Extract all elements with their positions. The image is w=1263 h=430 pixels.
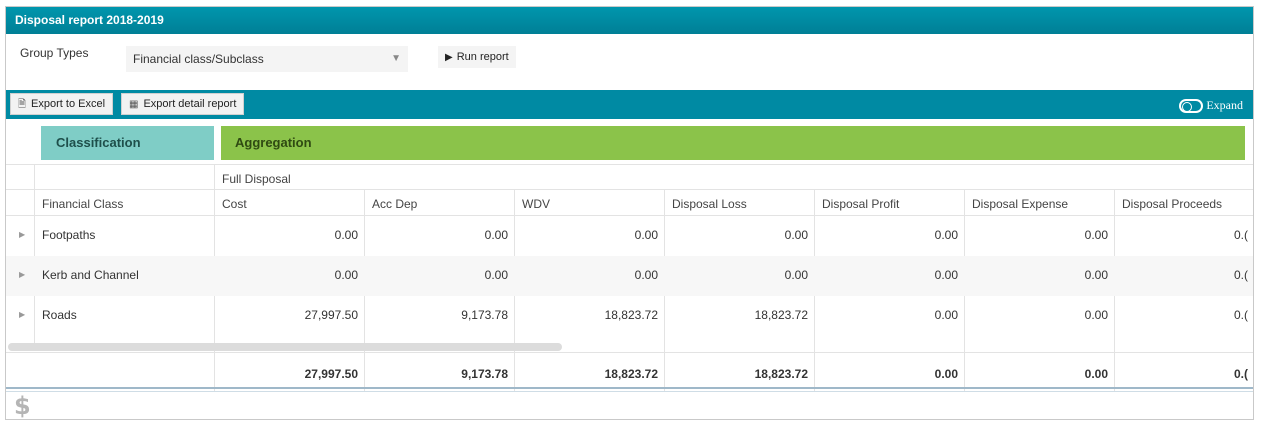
disposal-expense-cell: 0.00: [1084, 228, 1108, 242]
disposal-proceeds-cell: 0.(: [1234, 228, 1249, 242]
disposal-expense-cell: 0.00: [1084, 308, 1108, 322]
report-window: Disposal report 2018-2019 Group Types Fi…: [5, 6, 1254, 420]
report-parameters: Group Types Financial class/Subclass ▼ ▶…: [6, 34, 1253, 90]
column-header-acc-dep[interactable]: Acc Dep: [372, 197, 417, 211]
acc-dep-cell: 0.00: [484, 228, 508, 242]
excel-file-icon: 🗎: [18, 99, 27, 110]
table-row[interactable]: ▶ Footpaths 0.00 0.00 0.00 0.00 0.00 0.0…: [6, 216, 1253, 256]
wdv-cell: 0.00: [634, 228, 658, 242]
total-disposal-loss: 18,823.72: [754, 367, 808, 381]
cost-cell: 0.00: [334, 228, 358, 242]
grid-line: [364, 353, 365, 391]
column-header-disposal-loss[interactable]: Disposal Loss: [672, 197, 747, 211]
grid-toolbar: 🗎 Export to Excel ▦ Export detail report E…: [6, 90, 1253, 119]
run-report-label: Run report: [456, 51, 509, 63]
column-header-disposal-expense[interactable]: Disposal Expense: [972, 197, 1068, 211]
wdv-cell: 0.00: [634, 268, 658, 282]
footer-divider: [6, 387, 1253, 389]
classification-header: Classification: [41, 126, 214, 160]
column-header-disposal-profit[interactable]: Disposal Profit: [822, 197, 899, 211]
export-detail-label: Export detail report: [143, 98, 237, 110]
disposal-profit-cell: 0.00: [934, 228, 958, 242]
cost-cell: 27,997.50: [304, 308, 358, 322]
export-detail-button[interactable]: ▦ Export detail report: [121, 93, 245, 115]
export-excel-button[interactable]: 🗎 Export to Excel: [10, 93, 114, 115]
play-icon: ▶: [445, 52, 453, 63]
total-disposal-profit: 0.00: [934, 367, 958, 381]
disposal-profit-cell: 0.00: [934, 308, 958, 322]
row-label: Roads: [42, 308, 77, 322]
cost-cell: 0.00: [334, 268, 358, 282]
group-types-label: Group Types: [20, 46, 89, 60]
grid-line: [6, 164, 1253, 165]
grid-line: [964, 353, 965, 391]
disposal-loss-cell: 18,823.72: [754, 308, 808, 322]
expand-label: Expand: [1206, 98, 1243, 112]
chevron-down-icon: ▼: [391, 53, 401, 64]
column-header-wdv[interactable]: WDV: [522, 197, 550, 211]
disposal-expense-cell: 0.00: [1084, 268, 1108, 282]
dollar-icon: $: [14, 392, 31, 420]
caret-right-icon[interactable]: ▶: [19, 310, 25, 319]
grid-line: [1114, 353, 1115, 391]
full-disposal-subheader: Full Disposal: [222, 172, 291, 186]
total-wdv: 18,823.72: [604, 367, 658, 381]
grid-line: [6, 189, 1253, 190]
acc-dep-cell: 9,173.78: [461, 308, 508, 322]
row-label: Footpaths: [42, 228, 96, 242]
disposal-loss-cell: 0.00: [784, 268, 808, 282]
column-header-cost[interactable]: Cost: [222, 197, 247, 211]
total-acc-dep: 9,173.78: [461, 367, 508, 381]
row-label: Kerb and Channel: [42, 268, 139, 282]
group-types-value: Financial class/Subclass: [133, 52, 264, 66]
caret-right-icon[interactable]: ▶: [19, 270, 25, 279]
expand-toggle[interactable]: Expand: [1179, 95, 1243, 115]
grid-line: [514, 353, 515, 391]
group-types-select[interactable]: Financial class/Subclass ▼: [126, 46, 408, 72]
column-header-disposal-proceeds[interactable]: Disposal Proceeds: [1122, 197, 1222, 211]
disposal-proceeds-cell: 0.(: [1234, 268, 1249, 282]
run-report-button[interactable]: ▶ Run report: [438, 46, 516, 68]
footer-divider: [6, 391, 1253, 392]
grid-line: [214, 353, 215, 391]
window-title: Disposal report 2018-2019: [6, 7, 1253, 34]
grid-line: [664, 353, 665, 391]
disposal-proceeds-cell: 0.(: [1234, 308, 1249, 322]
totals-row: 27,997.50 9,173.78 18,823.72 18,823.72 0…: [6, 353, 1253, 391]
disposal-loss-cell: 0.00: [784, 228, 808, 242]
total-disposal-proceeds: 0.(: [1234, 367, 1249, 381]
table-row[interactable]: ▶ Kerb and Channel 0.00 0.00 0.00 0.00 0…: [6, 256, 1253, 296]
wdv-cell: 18,823.72: [604, 308, 658, 322]
total-disposal-expense: 0.00: [1084, 367, 1108, 381]
column-header-financial-class[interactable]: Financial Class: [42, 197, 123, 211]
total-cost: 27,997.50: [304, 367, 358, 381]
acc-dep-cell: 0.00: [484, 268, 508, 282]
grid-line: [814, 353, 815, 391]
pivot-grid: Classification Aggregation Full Disposal…: [6, 119, 1253, 391]
horizontal-scrollbar[interactable]: [8, 343, 562, 351]
aggregation-header: Aggregation: [221, 126, 1245, 160]
table-icon: ▦: [129, 99, 139, 110]
disposal-profit-cell: 0.00: [934, 268, 958, 282]
toggle-icon: [1179, 99, 1204, 114]
table-row[interactable]: ▶ Roads 27,997.50 9,173.78 18,823.72 18,…: [6, 296, 1253, 336]
export-excel-label: Export to Excel: [31, 98, 106, 110]
caret-right-icon[interactable]: ▶: [19, 230, 25, 239]
